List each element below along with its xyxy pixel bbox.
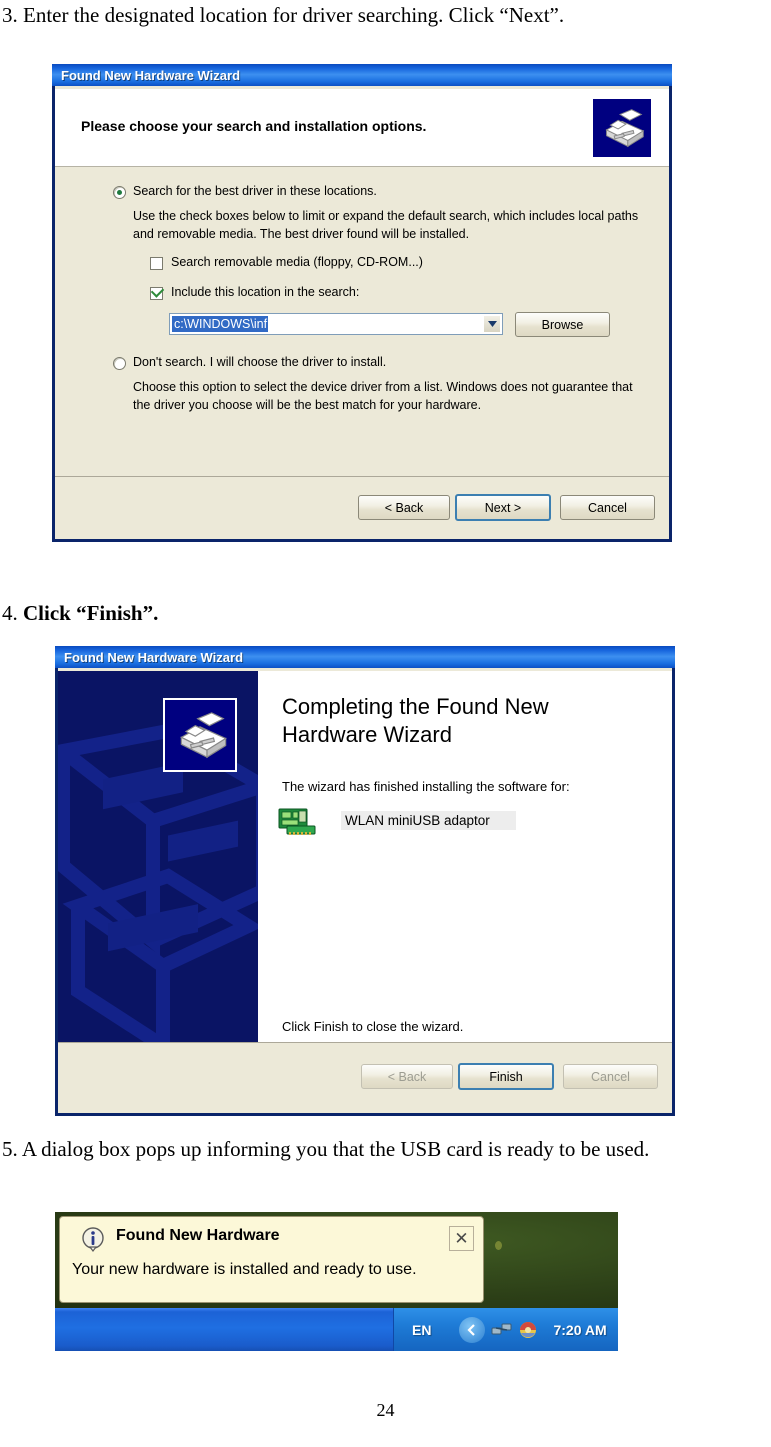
- wallpaper-speck: [495, 1241, 502, 1250]
- hide-icons-chevron-icon[interactable]: [459, 1316, 486, 1343]
- finish-button[interactable]: Finish: [458, 1063, 554, 1090]
- step-5-text: 5. A dialog box pops up informing you th…: [2, 1137, 649, 1161]
- radio-search-best-driver-label: Search for the best driver in these loca…: [133, 184, 377, 198]
- back-button-disabled: < Back: [361, 1064, 453, 1089]
- radio-search-best-driver[interactable]: [113, 186, 126, 199]
- volume-icon[interactable]: [517, 1320, 539, 1340]
- location-combobox-value: c:\WINDOWS\inf: [172, 316, 269, 332]
- step-4-body: Click “Finish”.: [17, 601, 159, 625]
- cancel-button-label: Cancel: [591, 1069, 630, 1084]
- system-tray[interactable]: EN 7:20 AM: [393, 1308, 618, 1351]
- dialog-2-heading: Completing the Found New Hardware Wizard: [282, 693, 582, 748]
- dialog-2-heading-line1: Completing the Found New: [282, 694, 549, 719]
- dialog-1-heading: Please choose your search and installati…: [81, 118, 427, 134]
- page-number: 24: [376, 1400, 395, 1420]
- checkbox-include-location[interactable]: [150, 287, 163, 300]
- dialog-1-button-bar: < Back Next > Cancel: [55, 476, 669, 539]
- step-5-body: A dialog box pops up informing you that …: [17, 1137, 650, 1161]
- close-icon[interactable]: ✕: [449, 1226, 474, 1251]
- back-button-label: < Back: [387, 1069, 427, 1084]
- found-new-hardware-wizard-dialog-1[interactable]: Found New Hardware Wizard Please choose …: [52, 64, 672, 542]
- back-button[interactable]: < Back: [358, 495, 450, 520]
- radio-dont-search[interactable]: [113, 357, 126, 370]
- back-button-label: < Back: [384, 500, 424, 515]
- dialog-1-title-text: Found New Hardware Wizard: [61, 67, 241, 83]
- cancel-button-disabled: Cancel: [563, 1064, 658, 1089]
- dont-search-description-text: Choose this option to select the device …: [133, 380, 633, 413]
- network-icon[interactable]: [491, 1321, 513, 1339]
- dialog-2-content-panel: Completing the Found New Hardware Wizard…: [258, 671, 672, 1046]
- dialog-1-header-band: Please choose your search and installati…: [55, 89, 669, 167]
- dialog-2-wizard-panel: [58, 671, 258, 1046]
- dialog-1-body: Search for the best driver in these loca…: [55, 167, 669, 477]
- step-3-text: 3. Enter the designated location for dri…: [2, 3, 564, 27]
- cancel-button-label: Cancel: [588, 500, 627, 515]
- notification-screenshot: EN 7:20 AM Found New Hardware ✕ Your new…: [55, 1212, 618, 1351]
- tray-language-indicator[interactable]: EN: [412, 1322, 431, 1338]
- found-new-hardware-wizard-dialog-2[interactable]: Found New Hardware Wizard Completing the…: [55, 646, 675, 1116]
- step-5-number: 5.: [2, 1137, 18, 1161]
- search-description-text: Use the check boxes below to limit or ex…: [133, 209, 639, 242]
- next-button[interactable]: Next >: [455, 494, 551, 521]
- checkbox-include-location-label: Include this location in the search:: [171, 285, 360, 299]
- balloon-message: Your new hardware is installed and ready…: [72, 1261, 417, 1278]
- taskbar: EN 7:20 AM: [55, 1308, 618, 1351]
- info-icon: [80, 1226, 106, 1252]
- browse-button-label: Browse: [541, 317, 584, 332]
- chevron-down-icon[interactable]: [483, 315, 501, 333]
- hardware-wizard-icon: [591, 97, 653, 159]
- tray-clock[interactable]: 7:20 AM: [553, 1322, 606, 1338]
- step-3-body: Enter the designated location for driver…: [17, 3, 565, 27]
- checkbox-search-removable-media[interactable]: [150, 257, 163, 270]
- step-3-number: 3.: [2, 3, 18, 27]
- dialog-2-button-bar: < Back Finish Cancel: [58, 1042, 672, 1113]
- dialog-2-close-hint: Click Finish to close the wizard.: [282, 1019, 464, 1034]
- installed-device-name: WLAN miniUSB adaptor: [341, 811, 516, 830]
- cancel-button[interactable]: Cancel: [560, 495, 655, 520]
- step-4-number: 4.: [2, 601, 18, 625]
- dialog-2-titlebar[interactable]: Found New Hardware Wizard: [55, 646, 675, 668]
- dialog-1-titlebar[interactable]: Found New Hardware Wizard: [52, 64, 672, 86]
- dialog-2-heading-line2: Hardware Wizard: [282, 721, 452, 747]
- next-button-label: Next >: [484, 500, 522, 515]
- finish-button-label: Finish: [489, 1069, 523, 1084]
- step-4-text: 4. Click “Finish”.: [2, 601, 158, 625]
- network-card-icon: [278, 807, 318, 837]
- location-combobox[interactable]: c:\WINDOWS\inf: [169, 313, 503, 335]
- dialog-2-subtext: The wizard has finished installing the s…: [282, 779, 570, 794]
- browse-button[interactable]: Browse: [515, 312, 610, 337]
- radio-dont-search-label: Don't search. I will choose the driver t…: [133, 355, 387, 369]
- balloon-title: Found New Hardware: [116, 1227, 280, 1244]
- found-new-hardware-balloon[interactable]: Found New Hardware ✕ Your new hardware i…: [59, 1216, 484, 1303]
- dialog-2-title-text: Found New Hardware Wizard: [64, 649, 244, 665]
- checkbox-search-removable-media-label: Search removable media (floppy, CD-ROM..…: [171, 255, 423, 269]
- hardware-wizard-icon-large: [163, 698, 237, 772]
